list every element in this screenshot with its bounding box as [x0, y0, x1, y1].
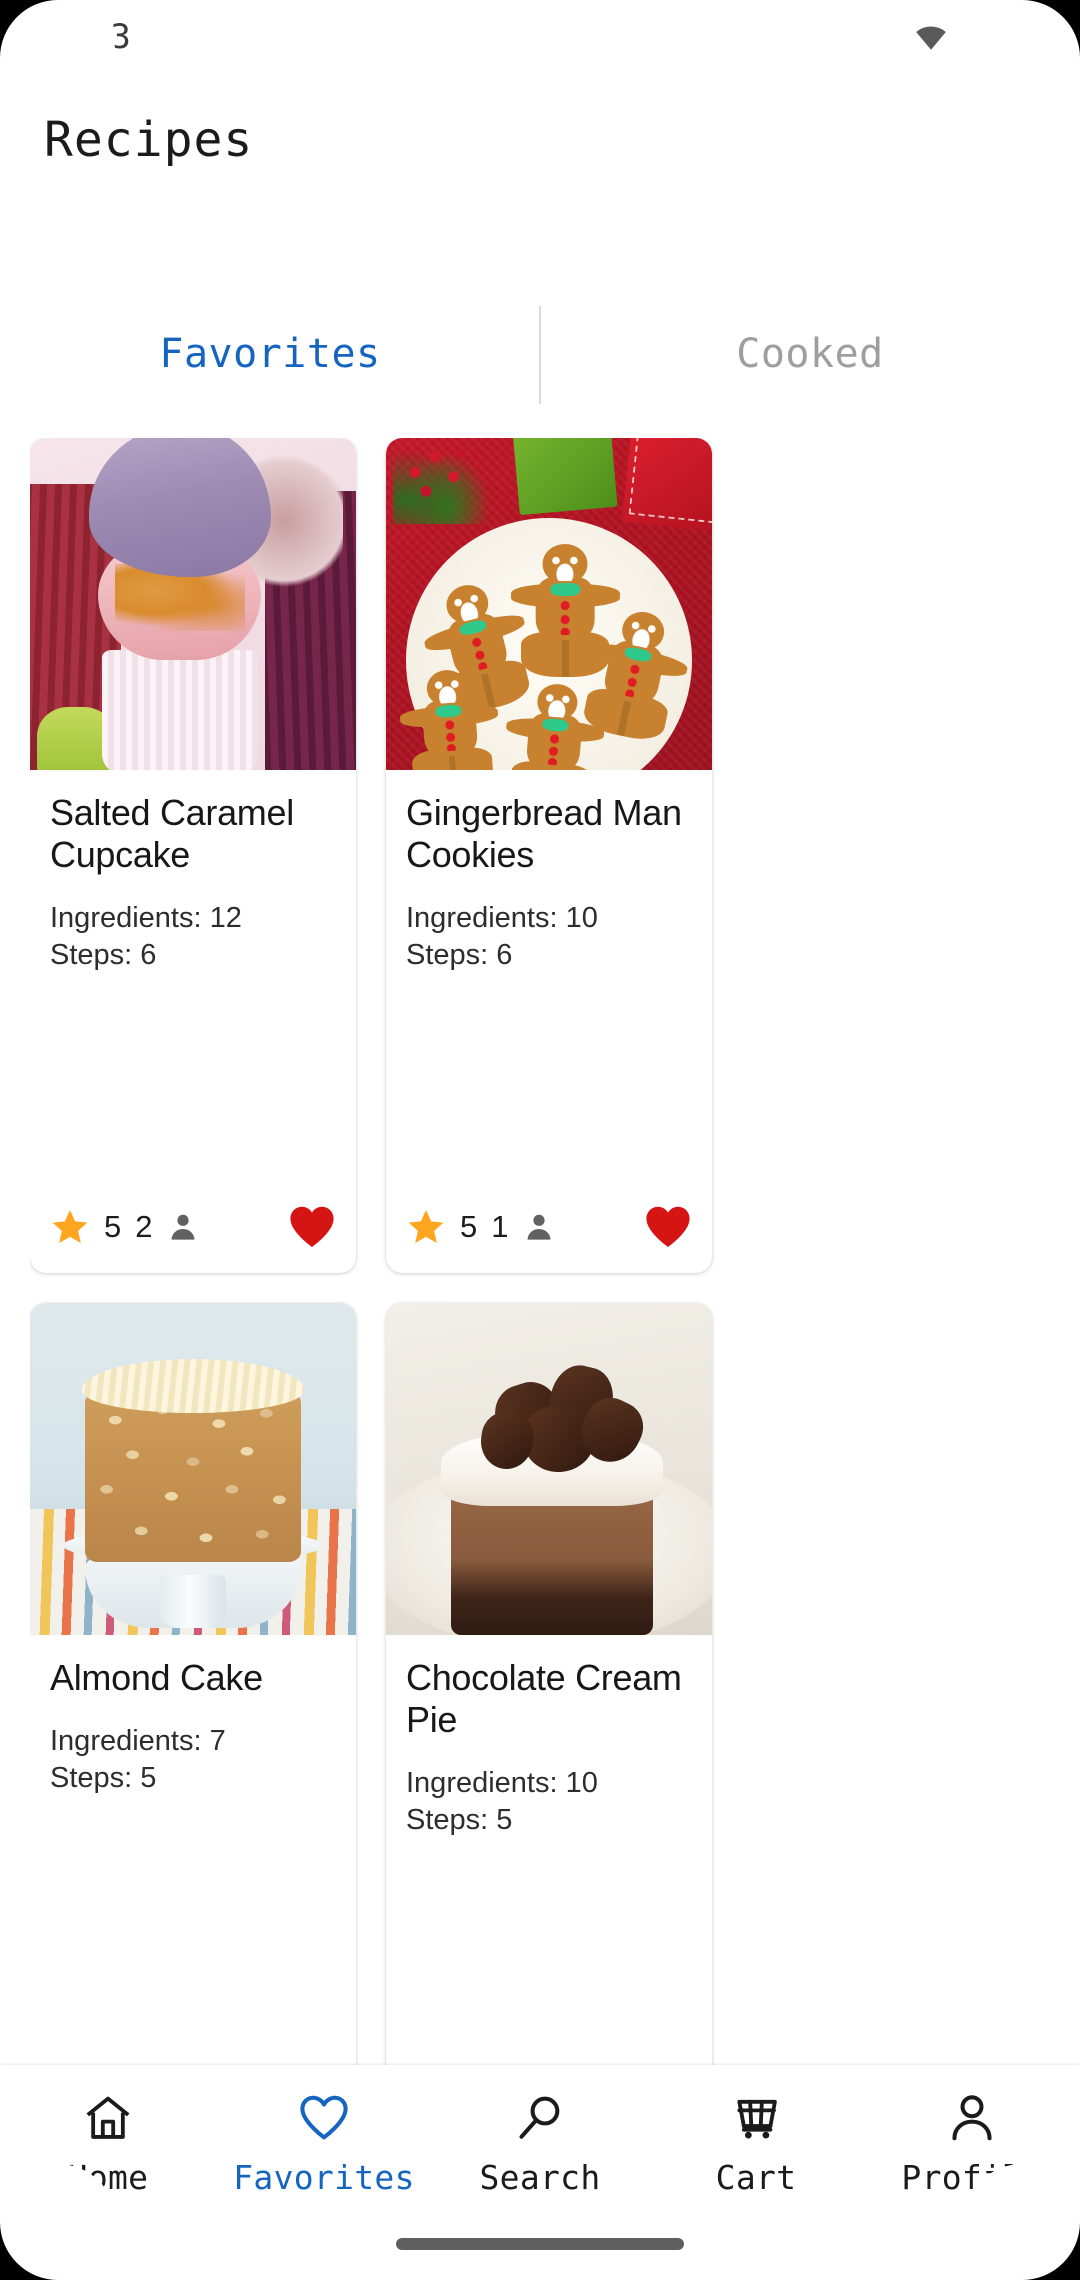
search-icon — [513, 2091, 567, 2148]
recipe-card-body: Chocolate Cream Pie Ingredients: 10 Step… — [386, 1635, 712, 2046]
nav-label-cart: Cart — [715, 2158, 797, 2197]
recipe-card[interactable]: Salted Caramel Cupcake Ingredients: 12 S… — [30, 438, 356, 1273]
recipe-image-almond-cake — [30, 1303, 356, 1635]
recipe-meta: Ingredients: 10 Steps: 5 — [406, 1765, 692, 1839]
recipe-rating: 5 1 — [406, 1207, 555, 1247]
nav-label-home: Home — [67, 2158, 149, 2197]
recipe-card-footer: 5 1 — [386, 1181, 712, 1273]
recipe-ingredients: Ingredients: 10 — [406, 1767, 598, 1800]
tab-divider — [539, 306, 541, 404]
recipe-image-salted-caramel-cupcake — [30, 438, 356, 770]
wifi-icon — [910, 20, 952, 54]
recipe-steps: Steps: 5 — [406, 1804, 513, 1837]
nav-item-profile[interactable]: Profile — [864, 2091, 1080, 2197]
rating-count: 2 — [135, 1209, 153, 1244]
nav-item-cart[interactable]: Cart — [648, 2091, 864, 2197]
battery-icon — [1012, 19, 1034, 55]
nav-item-search[interactable]: Search — [432, 2091, 648, 2197]
recipe-image-gingerbread-man-cookies — [386, 438, 712, 770]
person-icon — [523, 1211, 555, 1243]
recipe-card[interactable]: Gingerbread Man Cookies Ingredients: 10 … — [386, 438, 712, 1273]
cellular-signal-icon — [962, 20, 1002, 54]
favorite-heart-button[interactable] — [644, 1205, 692, 1249]
cart-icon — [729, 2091, 783, 2148]
recipe-title: Chocolate Cream Pie — [406, 1657, 682, 1741]
recipe-title: Gingerbread Man Cookies — [406, 792, 682, 876]
app-bar: Recipes — [0, 74, 1080, 230]
page-title: Recipes — [44, 112, 254, 168]
heart-icon — [297, 2091, 351, 2148]
rating-value: 5 — [460, 1209, 478, 1244]
rating-count: 1 — [491, 1209, 509, 1244]
recipe-meta: Ingredients: 10 Steps: 6 — [406, 900, 692, 974]
nav-label-favorites: Favorites — [233, 2158, 415, 2197]
recipe-ingredients: Ingredients: 12 — [50, 902, 242, 935]
recipe-card-footer: 5 2 — [30, 1181, 356, 1273]
home-icon — [81, 2091, 135, 2148]
nav-item-home[interactable]: Home — [0, 2091, 216, 2197]
recipe-meta: Ingredients: 7 Steps: 5 — [50, 1723, 336, 1797]
recipe-card[interactable]: Chocolate Cream Pie Ingredients: 10 Step… — [386, 1303, 712, 2138]
rating-value: 5 — [104, 1209, 122, 1244]
recipe-meta: Ingredients: 12 Steps: 6 — [50, 900, 336, 974]
status-clock: 3:03 — [46, 17, 132, 57]
favorite-heart-button[interactable] — [288, 1205, 336, 1249]
recipe-card-body: Gingerbread Man Cookies Ingredients: 10 … — [386, 770, 712, 1181]
recipe-ingredients: Ingredients: 10 — [406, 902, 598, 935]
recipe-grid: Salted Caramel Cupcake Ingredients: 12 S… — [30, 438, 1050, 2138]
recipe-title: Salted Caramel Cupcake — [50, 792, 294, 876]
star-icon — [406, 1207, 446, 1247]
nav-item-favorites[interactable]: Favorites — [216, 2091, 432, 2197]
recipe-ingredients: Ingredients: 7 — [50, 1725, 226, 1758]
recipe-title: Almond Cake — [50, 1657, 263, 1698]
recipe-rating: 5 2 — [50, 1207, 199, 1247]
recipe-card-body: Salted Caramel Cupcake Ingredients: 12 S… — [30, 770, 356, 1181]
recipe-card-body: Almond Cake Ingredients: 7 Steps: 5 — [30, 1635, 356, 2046]
tab-favorites[interactable]: Favorites — [0, 300, 540, 408]
home-indicator[interactable] — [396, 2238, 684, 2250]
status-icons — [910, 19, 1034, 55]
recipe-card[interactable]: Almond Cake Ingredients: 7 Steps: 5 — [30, 1303, 356, 2138]
phone-screen: 3:03 Recipes Favorites Cooked Salted Car… — [0, 0, 1080, 2280]
recipe-steps: Steps: 5 — [50, 1761, 157, 1794]
person-icon — [945, 2091, 999, 2148]
nav-label-profile: Profile — [901, 2158, 1043, 2197]
status-bar: 3:03 — [0, 0, 1080, 74]
nav-label-search: Search — [479, 2158, 601, 2197]
tab-cooked[interactable]: Cooked — [540, 300, 1080, 408]
recipe-steps: Steps: 6 — [406, 939, 513, 972]
recipe-image-chocolate-cream-pie — [386, 1303, 712, 1635]
star-icon — [50, 1207, 90, 1247]
person-icon — [167, 1211, 199, 1243]
recipe-steps: Steps: 6 — [50, 939, 157, 972]
